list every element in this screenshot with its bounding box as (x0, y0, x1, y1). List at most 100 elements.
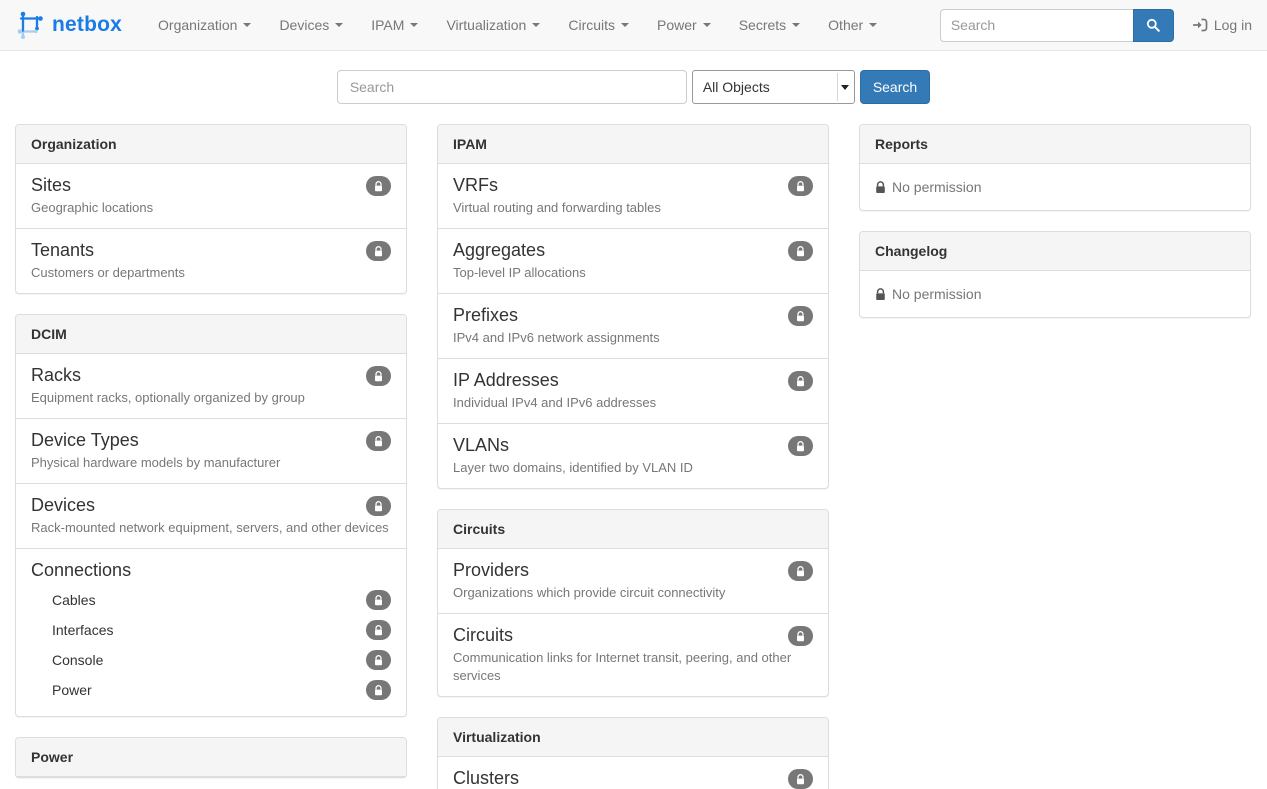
netbox-logo-icon (15, 10, 45, 40)
item-title[interactable]: Providers (453, 560, 813, 581)
item-title[interactable]: Device Types (31, 430, 391, 451)
item-title[interactable]: Sites (31, 175, 391, 196)
item-title[interactable]: VLANs (453, 435, 813, 456)
panel-title: Changelog (860, 232, 1250, 271)
lock-badge (366, 176, 391, 196)
list-item-racks[interactable]: Racks Equipment racks, optionally organi… (16, 354, 406, 419)
lock-badge (788, 626, 813, 646)
lock-badge (366, 650, 391, 670)
list-item-providers[interactable]: Providers Organizations which provide ci… (438, 549, 828, 614)
item-subtitle: Equipment racks, optionally organized by… (31, 389, 391, 407)
item-title[interactable]: Devices (31, 495, 391, 516)
item-subtitle: Individual IPv4 and IPv6 addresses (453, 394, 813, 412)
item-subtitle: Communication links for Internet transit… (453, 649, 813, 685)
nav-item-virtualization[interactable]: Virtualization (432, 2, 554, 48)
panel-changelog: Changelog No permission (859, 231, 1251, 318)
item-title: Connections (31, 560, 391, 581)
item-title[interactable]: VRFs (453, 175, 813, 196)
lock-badge (366, 620, 391, 640)
item-title[interactable]: Prefixes (453, 305, 813, 326)
item-title[interactable]: IP Addresses (453, 370, 813, 391)
sublist-item-console[interactable]: Console (31, 645, 391, 675)
column-middle: IPAM VRFs Virtual routing and forwarding… (437, 124, 829, 789)
list-item-devices[interactable]: Devices Rack-mounted network equipment, … (16, 484, 406, 549)
list-item-prefixes[interactable]: Prefixes IPv4 and IPv6 network assignmen… (438, 294, 828, 359)
item-subtitle: Top-level IP allocations (453, 264, 813, 282)
panel-ipam: IPAM VRFs Virtual routing and forwarding… (437, 124, 829, 489)
chevron-down-icon (335, 23, 343, 27)
item-title[interactable]: Circuits (453, 625, 813, 646)
panel-circuits: Circuits Providers Organizations which p… (437, 509, 829, 697)
nav-item-circuits[interactable]: Circuits (554, 2, 643, 48)
list-item-clusters[interactable]: Clusters (438, 757, 828, 789)
sublist-item-cables[interactable]: Cables (31, 585, 391, 615)
item-title[interactable]: Aggregates (453, 240, 813, 261)
lock-badge (788, 561, 813, 581)
item-title[interactable]: Clusters (453, 768, 813, 789)
lock-badge (788, 241, 813, 261)
lock-badge (366, 431, 391, 451)
object-type-selected: All Objects (703, 79, 770, 95)
lock-badge (366, 680, 391, 700)
no-permission-message: No permission (860, 271, 1250, 317)
main-menu: Organization Devices IPAM Virtualization… (144, 0, 891, 50)
no-permission-message: No permission (860, 164, 1250, 210)
brand-link[interactable]: netbox (15, 10, 122, 40)
lock-badge (366, 590, 391, 610)
nav-item-organization[interactable]: Organization (144, 2, 265, 48)
chevron-down-icon (841, 85, 849, 90)
item-subtitle: Organizations which provide circuit conn… (453, 584, 813, 602)
column-left: Organization Sites Geographic locations … (15, 124, 407, 789)
item-subtitle: Layer two domains, identified by VLAN ID (453, 459, 813, 477)
panel-title: Circuits (438, 510, 828, 549)
lock-badge (788, 306, 813, 326)
navbar-search-input[interactable] (940, 9, 1133, 42)
list-item-vrfs[interactable]: VRFs Virtual routing and forwarding tabl… (438, 164, 828, 229)
content: Organization Sites Geographic locations … (0, 124, 1267, 789)
list-item-aggregates[interactable]: Aggregates Top-level IP allocations (438, 229, 828, 294)
navbar-right: Log in (940, 9, 1252, 42)
item-subtitle: Physical hardware models by manufacturer (31, 454, 391, 472)
lock-icon (875, 288, 886, 301)
panel-title: DCIM (16, 315, 406, 354)
nav-item-ipam[interactable]: IPAM (357, 2, 432, 48)
panel-title: Reports (860, 125, 1250, 164)
lock-badge (366, 241, 391, 261)
panel-title: IPAM (438, 125, 828, 164)
magnifier-icon (1146, 18, 1160, 32)
nav-item-other[interactable]: Other (814, 2, 891, 48)
nav-item-secrets[interactable]: Secrets (725, 2, 814, 48)
sublist-item-interfaces[interactable]: Interfaces (31, 615, 391, 645)
panel-reports: Reports No permission (859, 124, 1251, 211)
navbar-search-button[interactable] (1133, 9, 1174, 42)
panel-title: Organization (16, 125, 406, 164)
nav-item-power[interactable]: Power (643, 2, 725, 48)
brand-name: netbox (52, 13, 122, 37)
select-caret-strip (837, 73, 852, 101)
list-item-circuits[interactable]: Circuits Communication links for Interne… (438, 614, 828, 696)
list-item-vlans[interactable]: VLANs Layer two domains, identified by V… (438, 424, 828, 488)
navbar-search-form (940, 9, 1174, 42)
nav-item-devices[interactable]: Devices (265, 2, 357, 48)
sign-in-icon (1192, 18, 1208, 32)
list-item-ip-addresses[interactable]: IP Addresses Individual IPv4 and IPv6 ad… (438, 359, 828, 424)
panel-organization: Organization Sites Geographic locations … (15, 124, 407, 294)
chevron-down-icon (703, 23, 711, 27)
list-item-device-types[interactable]: Device Types Physical hardware models by… (16, 419, 406, 484)
item-title[interactable]: Tenants (31, 240, 391, 261)
navbar: netbox Organization Devices IPAM Virtual… (0, 0, 1267, 51)
panel-title: Virtualization (438, 718, 828, 757)
connections-sublist: Cables Interfaces Console Power (31, 585, 391, 705)
global-search-input[interactable] (337, 70, 687, 104)
login-link[interactable]: Log in (1192, 17, 1252, 33)
item-subtitle: IPv4 and IPv6 network assignments (453, 329, 813, 347)
chevron-down-icon (869, 23, 877, 27)
item-title[interactable]: Racks (31, 365, 391, 386)
list-item-tenants[interactable]: Tenants Customers or departments (16, 229, 406, 293)
object-type-select[interactable]: All Objects (692, 70, 855, 104)
panel-dcim: DCIM Racks Equipment racks, optionally o… (15, 314, 407, 717)
list-item-sites[interactable]: Sites Geographic locations (16, 164, 406, 229)
panel-virtualization: Virtualization Clusters (437, 717, 829, 789)
global-search-button[interactable]: Search (860, 70, 930, 104)
sublist-item-power[interactable]: Power (31, 675, 391, 705)
